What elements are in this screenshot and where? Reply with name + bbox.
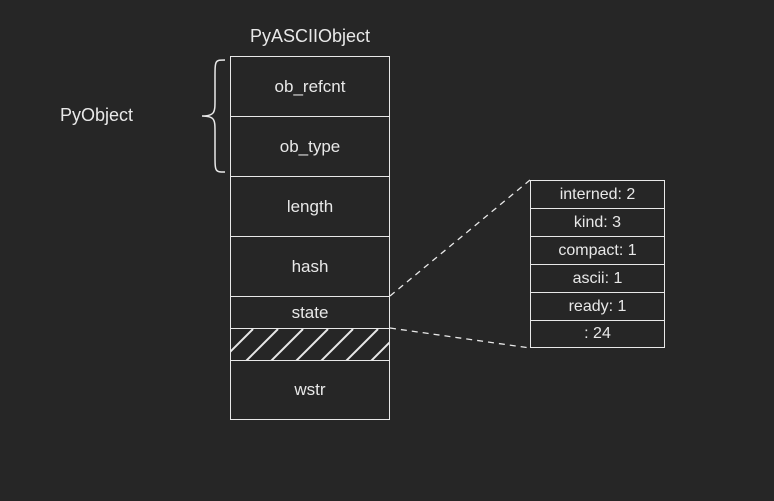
state-detail-box: interned: 2 kind: 3 compact: 1 ascii: 1 … (530, 180, 665, 348)
state-interned: interned: 2 (530, 180, 665, 208)
state-ascii: ascii: 1 (530, 264, 665, 292)
state-pad: : 24 (530, 320, 665, 348)
state-ready: ready: 1 (530, 292, 665, 320)
state-kind: kind: 3 (530, 208, 665, 236)
diagram-canvas: PyASCIIObject PyObject ob_refcnt ob_type… (0, 0, 774, 501)
state-compact: compact: 1 (530, 236, 665, 264)
